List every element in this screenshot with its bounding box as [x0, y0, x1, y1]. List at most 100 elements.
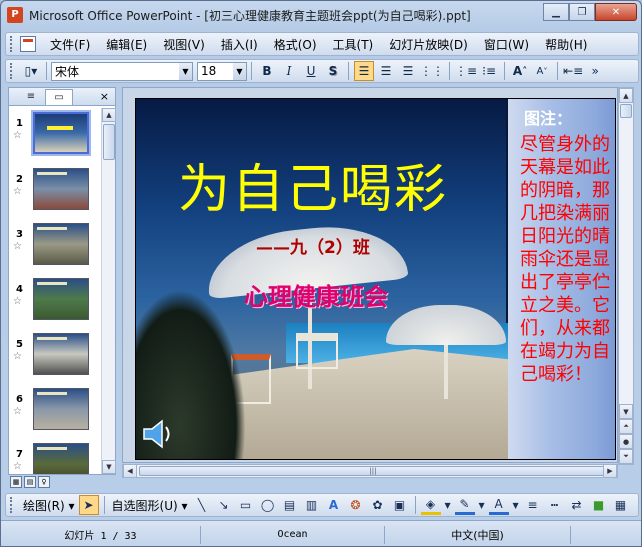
slide-thumbnail[interactable]: 2 ☆	[9, 168, 101, 218]
slide-subtitle-2[interactable]: 心理健康班会	[244, 277, 388, 312]
slideshow-view-icon[interactable]: ♀	[38, 476, 50, 488]
select-browse-object-icon[interactable]: ●	[619, 434, 633, 449]
draw-menu-button[interactable]: 绘图(R) ▾	[20, 497, 78, 514]
scroll-left-icon[interactable]: ◀	[123, 464, 137, 478]
slide-thumbnail[interactable]: 3 ☆	[9, 223, 101, 273]
thumbnails-scrollbar[interactable]: ▲ ▼	[101, 108, 116, 474]
scroll-up-icon[interactable]: ▲	[102, 108, 116, 122]
slide-thumbnail-image	[33, 168, 89, 210]
document-icon[interactable]	[20, 36, 36, 52]
slides-tab-icon[interactable]: ▭	[45, 88, 73, 105]
wordart-icon[interactable]: A	[324, 495, 344, 515]
menu-format[interactable]: 格式(O)	[266, 36, 325, 53]
toolbar-options-icon[interactable]: »	[585, 61, 605, 81]
next-slide-icon[interactable]: ⏷	[619, 449, 633, 464]
slide-thumbnail-image	[33, 388, 89, 430]
decrease-font-size-button[interactable]: A ˅	[532, 61, 552, 81]
new-document-icon[interactable]: ▯▾	[21, 61, 41, 81]
scroll-down-icon[interactable]: ▼	[102, 460, 116, 474]
previous-slide-icon[interactable]: ⏶	[619, 419, 633, 434]
caption-panel: 图注： 尽管身外的天幕是如此的阴暗，那几把染满丽日阳光的晴雨伞还是显出了亭亭伫立…	[508, 99, 615, 459]
chevron-down-icon[interactable]: ▼	[511, 495, 521, 515]
align-center-icon[interactable]: ☰	[376, 61, 396, 81]
scroll-thumb[interactable]: |||	[139, 466, 607, 476]
increase-font-size-button[interactable]: A ˄	[510, 61, 530, 81]
distributed-align-icon[interactable]: ⋮⋮	[420, 61, 444, 81]
menu-help[interactable]: 帮助(H)	[537, 36, 595, 53]
caption-text[interactable]: 尽管身外的天幕是如此的阴暗，那几把染满丽日阳光的晴雨伞还是显出了亭亭伫立之美。它…	[520, 133, 612, 386]
rectangle-icon[interactable]: ▭	[236, 495, 256, 515]
shadow-style-icon[interactable]: ■	[589, 495, 609, 515]
slide-thumbnail[interactable]: 6 ☆	[9, 388, 101, 438]
menu-edit[interactable]: 编辑(E)	[98, 36, 155, 53]
italic-button[interactable]: I	[279, 61, 299, 81]
close-icon[interactable]: ✕	[595, 3, 637, 21]
diagram-icon[interactable]: ❂	[346, 495, 366, 515]
current-slide[interactable]: 为自己喝彩 ——九（2）班 心理健康班会 图注： 尽管身外的天幕是如此的阴暗，那…	[135, 98, 616, 460]
slide-horizontal-scrollbar[interactable]: ◀ ||| ▶	[122, 464, 618, 478]
menu-slideshow[interactable]: 幻灯片放映(D)	[381, 36, 476, 53]
powerpoint-icon[interactable]: P	[7, 7, 23, 23]
autoshapes-menu-button[interactable]: 自选图形(U) ▾	[109, 497, 191, 514]
bullets-icon[interactable]: ⁝≡	[479, 61, 499, 81]
chevron-down-icon[interactable]: ▼	[443, 495, 453, 515]
scroll-up-icon[interactable]: ▲	[619, 88, 633, 103]
decrease-indent-icon[interactable]: ⇤≡	[563, 61, 583, 81]
font-color-icon[interactable]: A	[488, 495, 509, 515]
vertical-text-box-icon[interactable]: ▥	[302, 495, 322, 515]
restore-icon[interactable]: ❐	[569, 3, 595, 21]
picture-icon[interactable]: ▣	[390, 495, 410, 515]
line-icon[interactable]: ╲	[192, 495, 212, 515]
menu-file[interactable]: 文件(F)	[42, 36, 98, 53]
thumbnail-caption	[37, 172, 67, 175]
slide-thumbnail[interactable]: 7 ☆	[9, 443, 101, 474]
menu-window[interactable]: 窗口(W)	[476, 36, 537, 53]
speaker-icon[interactable]	[140, 417, 174, 451]
menu-insert[interactable]: 插入(I)	[213, 36, 266, 53]
slide-thumbnails: 1 ☆ 2 ☆ 3 ☆ 4 ☆ 5 ☆ 6 ☆ 7 ☆	[9, 108, 101, 474]
align-right-icon[interactable]: ☰	[398, 61, 418, 81]
3d-style-icon[interactable]: ▦	[611, 495, 631, 515]
slide-thumbnail[interactable]: 1 ☆	[9, 110, 101, 162]
line-style-icon[interactable]: ≡	[523, 495, 543, 515]
menu-view[interactable]: 视图(V)	[155, 36, 213, 53]
line-color-icon[interactable]: ✎	[454, 495, 475, 515]
select-objects-icon[interactable]: ➤	[78, 495, 99, 515]
scroll-thumb[interactable]	[103, 124, 115, 160]
slide-thumbnail[interactable]: 5 ☆	[9, 333, 101, 383]
slide-subtitle[interactable]: ——九（2）班	[256, 233, 370, 258]
underline-button[interactable]: U	[301, 61, 321, 81]
close-icon[interactable]: ×	[100, 90, 109, 103]
chevron-down-icon[interactable]: ▼	[179, 62, 192, 80]
font-name-select[interactable]: 宋体 ▼	[51, 61, 193, 81]
bold-button[interactable]: B	[257, 61, 277, 81]
numbering-icon[interactable]: ⋮≡	[455, 61, 477, 81]
fill-color-icon[interactable]: ◈	[420, 495, 441, 515]
toolbar-grip[interactable]	[10, 63, 14, 79]
menu-tools[interactable]: 工具(T)	[325, 36, 382, 53]
align-left-icon[interactable]: ☰	[354, 61, 374, 81]
toolbar-grip[interactable]	[10, 497, 14, 513]
outline-tab-icon[interactable]: ≡	[17, 89, 45, 105]
clip-art-icon[interactable]: ✿	[368, 495, 388, 515]
scroll-down-icon[interactable]: ▼	[619, 404, 633, 419]
chevron-down-icon[interactable]: ▼	[477, 495, 487, 515]
shadow-button[interactable]: S	[323, 61, 343, 81]
dash-style-icon[interactable]: ┅	[545, 495, 565, 515]
slide-title[interactable]: 为自己喝彩	[178, 147, 448, 222]
font-size-select[interactable]: 18 ▼	[197, 61, 247, 81]
arrow-icon[interactable]: ↘	[214, 495, 234, 515]
text-box-icon[interactable]: ▤	[280, 495, 300, 515]
scroll-thumb[interactable]	[620, 104, 632, 118]
toolbar-grip[interactable]	[10, 36, 14, 52]
slide-thumbnail[interactable]: 4 ☆	[9, 278, 101, 328]
chevron-down-icon[interactable]: ▼	[233, 62, 246, 80]
oval-icon[interactable]: ◯	[258, 495, 278, 515]
normal-view-icon[interactable]: ▦	[10, 476, 22, 488]
arrow-style-icon[interactable]: ⇄	[567, 495, 587, 515]
autoshapes-menu-label: 自选图形(U)	[111, 498, 178, 513]
slide-sorter-view-icon[interactable]: ▤	[24, 476, 36, 488]
scroll-right-icon[interactable]: ▶	[603, 464, 617, 478]
minimize-icon[interactable]: ▁	[543, 3, 569, 21]
slide-vertical-scrollbar[interactable]: ▲ ▼ ⏶ ● ⏷	[618, 87, 634, 465]
